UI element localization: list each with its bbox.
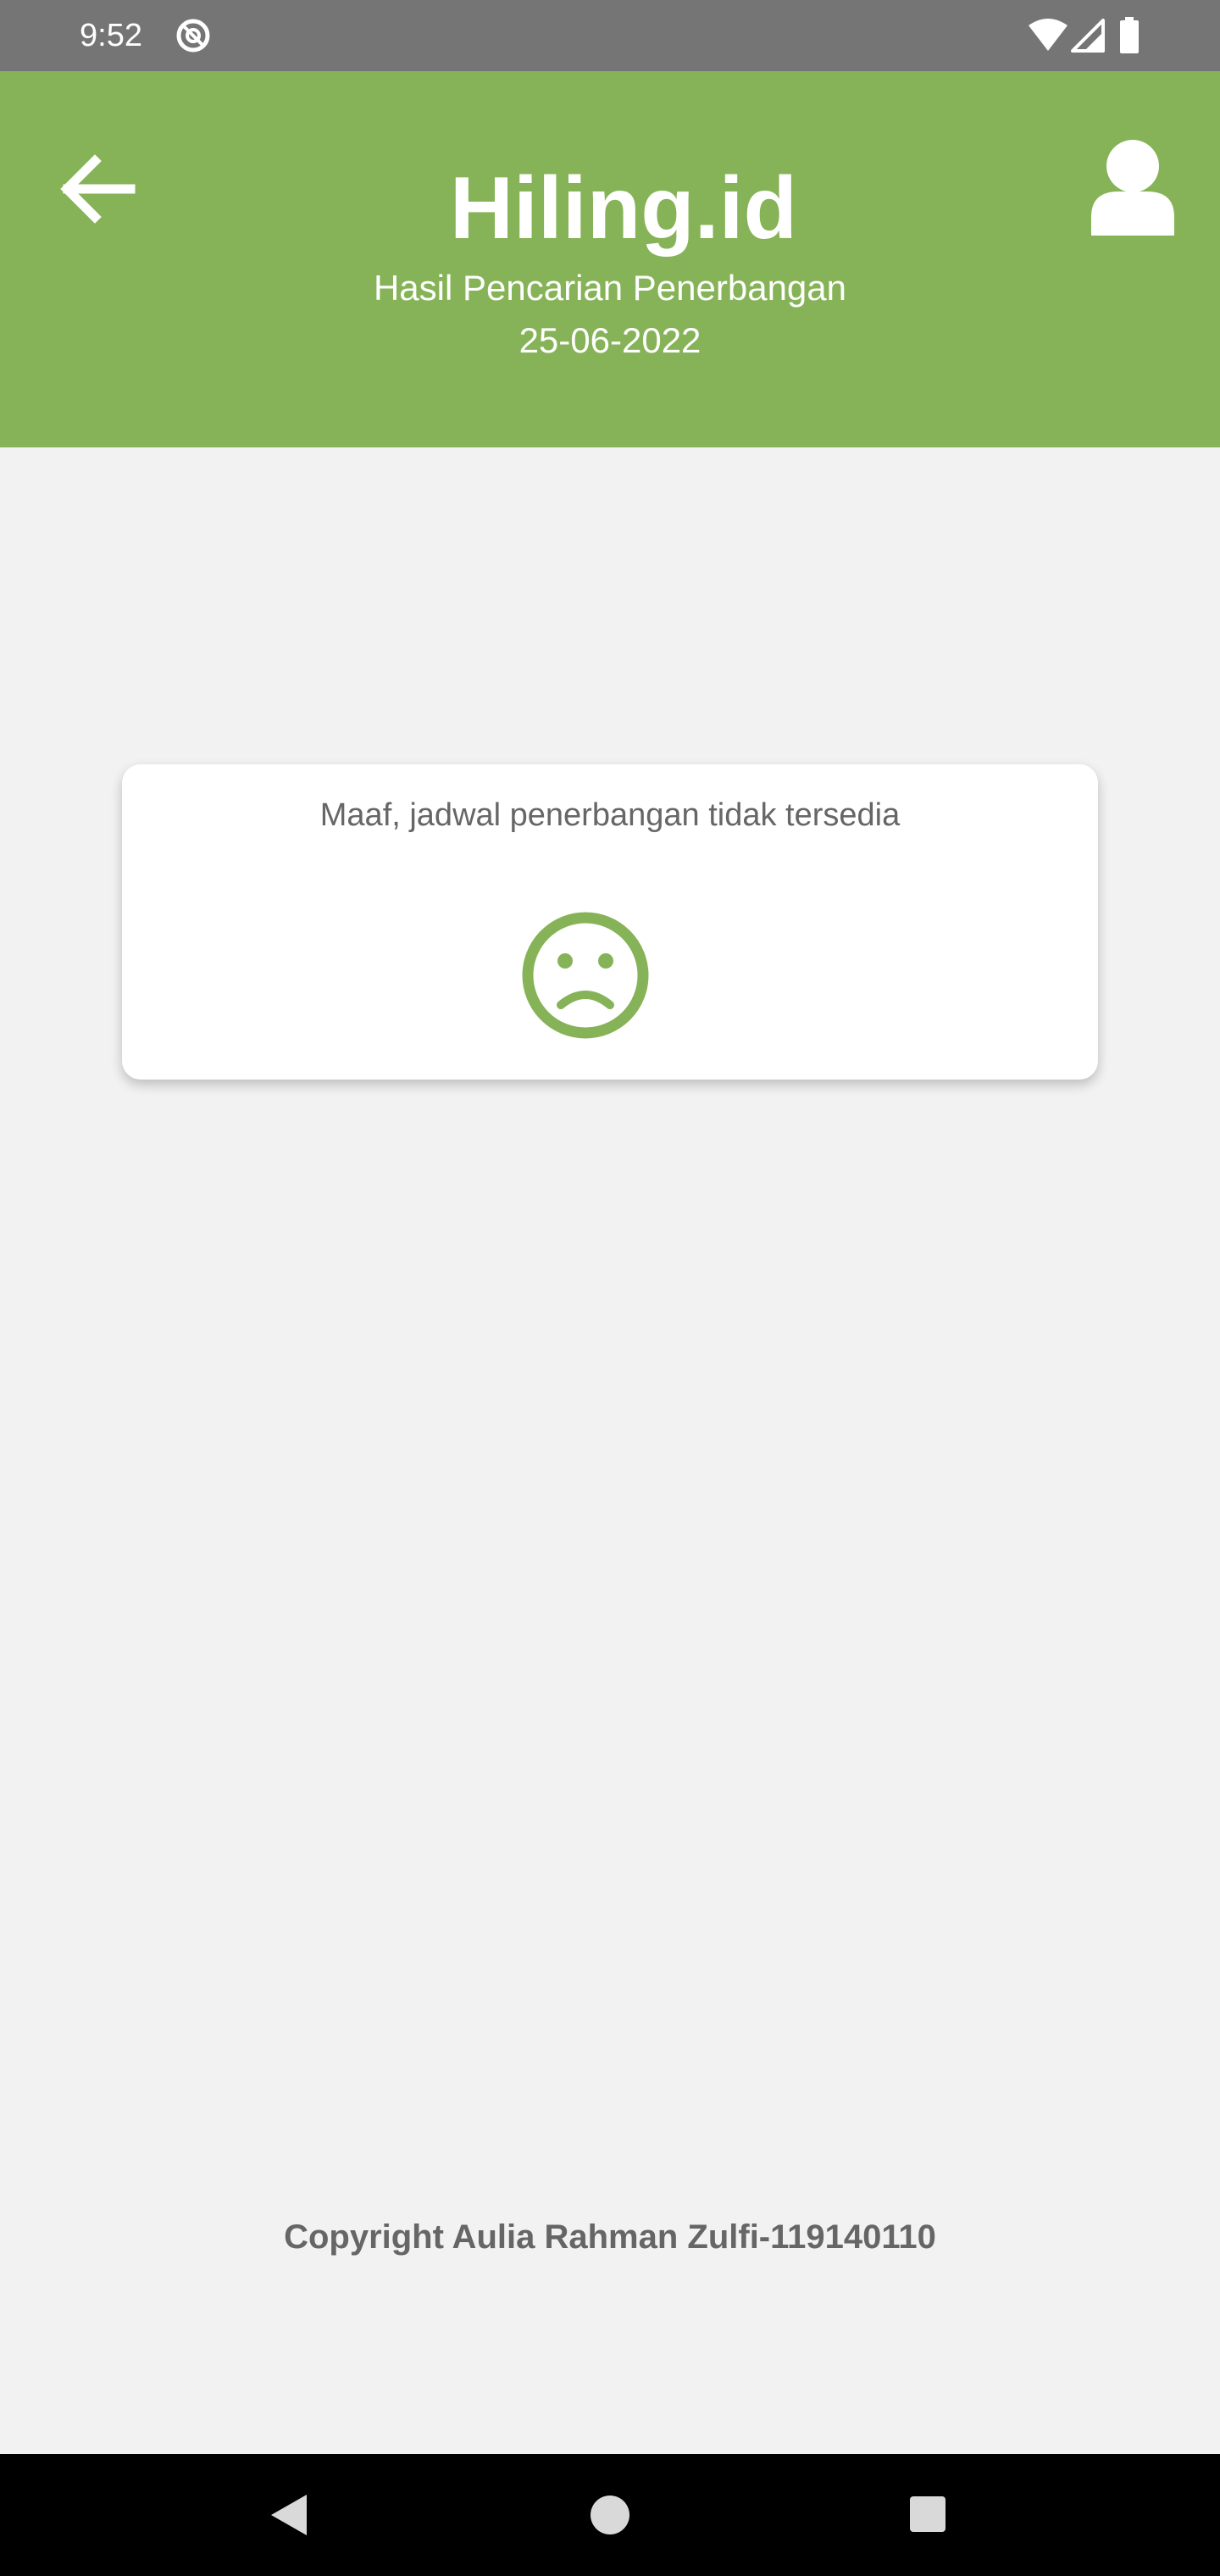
home-circle-icon[interactable] — [588, 2493, 632, 2537]
profile-button[interactable] — [1086, 136, 1179, 237]
search-date: 25-06-2022 — [518, 320, 702, 360]
status-time: 9:52 — [80, 18, 142, 53]
signal-icon — [1071, 19, 1105, 53]
wifi-icon — [1029, 19, 1068, 51]
data-saver-icon — [176, 19, 210, 53]
back-triangle-icon[interactable] — [268, 2491, 310, 2539]
sad-face-icon — [522, 912, 649, 1039]
empty-state-card: Maaf, jadwal penerbangan tidak tersedia — [122, 764, 1098, 1080]
app-header: Hiling.id Hasil Pencarian Penerbangan 25… — [0, 71, 1220, 447]
status-bar: 9:52 — [0, 0, 1220, 71]
page-subtitle: Hasil Pencarian Penerbangan — [373, 268, 847, 308]
user-icon — [1091, 140, 1174, 236]
copyright-text: Copyright Aulia Rahman Zulfi-119140110 — [284, 2218, 936, 2256]
app-title: Hiling.id — [449, 159, 798, 258]
system-nav-bar — [0, 2454, 1220, 2576]
empty-state-message: Maaf, jadwal penerbangan tidak tersedia — [319, 797, 901, 833]
battery-icon — [1120, 17, 1139, 53]
recents-square-icon[interactable] — [908, 2495, 947, 2534]
